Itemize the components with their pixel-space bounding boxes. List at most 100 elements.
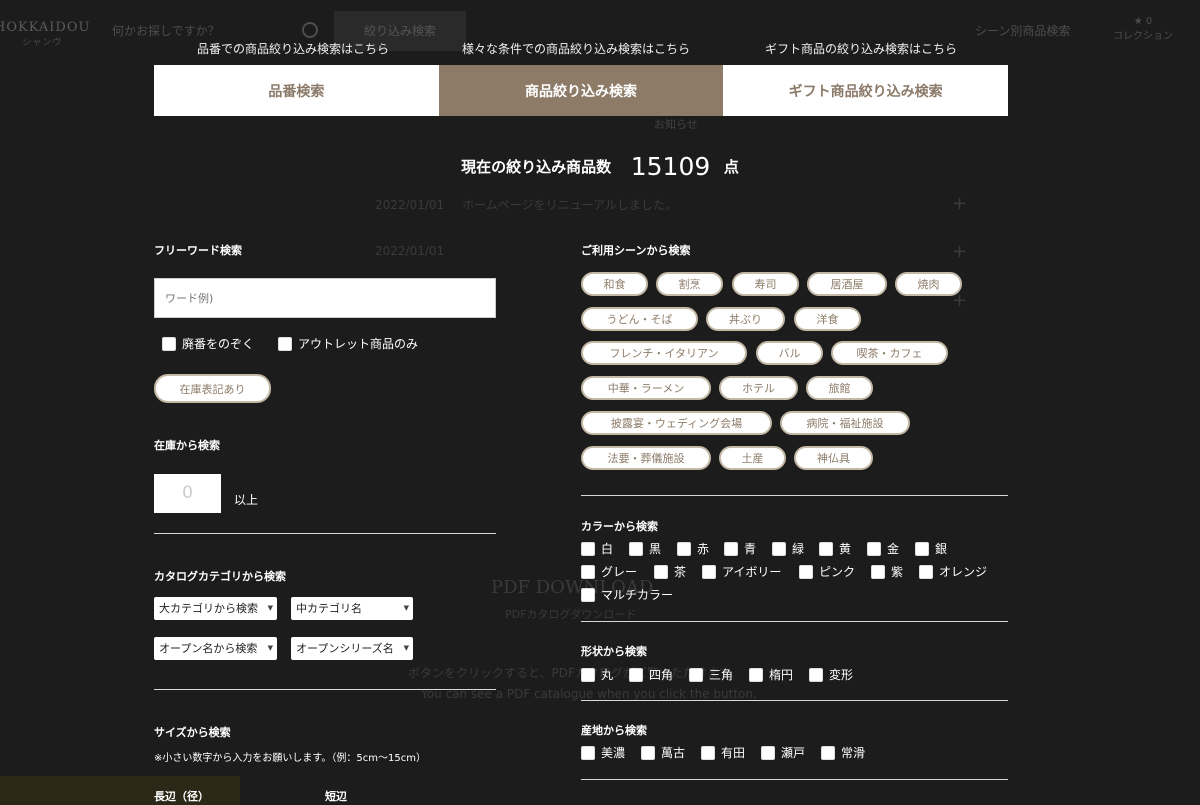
- color-option[interactable]: オレンジ: [919, 563, 987, 580]
- scene-tag[interactable]: 割烹: [656, 272, 723, 296]
- in-stock-button[interactable]: 在庫表記あり: [154, 374, 271, 403]
- shape-option[interactable]: 四角: [629, 666, 673, 683]
- origin-option[interactable]: 瀬戸: [761, 744, 805, 761]
- color-option[interactable]: 青: [724, 540, 756, 557]
- origin-option[interactable]: 常滑: [821, 744, 865, 761]
- shape-option[interactable]: 三角: [689, 666, 733, 683]
- open-name-select[interactable]: オープン名から検索 ▼: [154, 637, 277, 660]
- plus-icon: +: [952, 193, 968, 214]
- checkbox[interactable]: [162, 336, 176, 351]
- result-count-unit: 点: [723, 158, 739, 176]
- scene-tag[interactable]: 旅館: [806, 376, 873, 400]
- color-option[interactable]: 金: [867, 540, 899, 557]
- scene-tag[interactable]: 土産: [719, 446, 786, 470]
- stock-heading: 在庫から検索: [154, 439, 220, 452]
- scene-tag[interactable]: 病院・福祉施設: [780, 411, 910, 435]
- scene-tag[interactable]: うどん・そば: [581, 307, 698, 331]
- color-option[interactable]: 紫: [871, 563, 903, 580]
- shape-option[interactable]: 変形: [809, 666, 853, 683]
- bg-notice-title: お知らせ: [654, 118, 698, 131]
- chevron-down-icon: ▼: [403, 604, 409, 612]
- checkbox[interactable]: [278, 336, 292, 351]
- star-icon: ★: [1133, 16, 1143, 27]
- site-logo: HOKKAIDOU シャンヴ: [0, 20, 91, 48]
- color-option[interactable]: 黄: [819, 540, 851, 557]
- color-option[interactable]: マルチカラー: [581, 586, 673, 603]
- color-option[interactable]: ピンク: [799, 563, 855, 580]
- scene-heading: ご利用シーンから検索: [581, 244, 691, 257]
- color-option[interactable]: アイボリー: [702, 563, 781, 580]
- open-series-select[interactable]: オープンシリーズ名 ▼: [291, 637, 413, 660]
- bg-news-item: 2022/01/01: [375, 244, 445, 258]
- bg-pdf-sub: PDFカタログダウンロード: [505, 608, 637, 621]
- scene-tag[interactable]: 法要・葬儀施設: [581, 446, 711, 470]
- scene-tag[interactable]: 居酒屋: [807, 272, 887, 296]
- scene-tag[interactable]: 神仏具: [794, 446, 873, 470]
- bg-scene-link: シーン別商品検索: [975, 24, 1071, 38]
- divider: [581, 621, 1008, 622]
- scene-tag[interactable]: バル: [756, 341, 823, 365]
- color-heading: カラーから検索: [581, 520, 658, 533]
- link-part-number-search[interactable]: 品番での商品絞り込み検索はこちら: [197, 40, 389, 57]
- long-side-label: 長辺（径）: [154, 790, 209, 803]
- stock-quantity-input[interactable]: 0: [154, 474, 221, 513]
- shape-option[interactable]: 楕円: [749, 666, 793, 683]
- scene-tag[interactable]: 披露宴・ウェディング会場: [581, 411, 772, 435]
- shape-heading: 形状から検索: [581, 645, 647, 658]
- divider: [154, 533, 496, 534]
- color-option[interactable]: 白: [581, 540, 613, 557]
- divider: [581, 700, 1008, 701]
- exclude-discontinued-checkbox[interactable]: 廃番をのぞく: [162, 335, 254, 352]
- short-side-label: 短辺: [325, 790, 347, 803]
- size-heading: サイズから検索: [154, 726, 231, 739]
- scene-tag[interactable]: 焼肉: [895, 272, 962, 296]
- tab-gift[interactable]: ギフト商品絞り込み検索: [723, 65, 1009, 116]
- plus-icon: +: [952, 241, 968, 262]
- color-option[interactable]: グレー: [581, 563, 637, 580]
- scene-tag[interactable]: 丼ぶり: [706, 307, 785, 331]
- scene-tag[interactable]: ホテル: [719, 376, 798, 400]
- major-category-select[interactable]: 大カテゴリから検索 ▼: [154, 597, 277, 620]
- stock-suffix: 以上: [234, 493, 259, 507]
- origin-option[interactable]: 萬古: [641, 744, 685, 761]
- scene-tag[interactable]: 中華・ラーメン: [581, 376, 711, 400]
- scene-tag[interactable]: フレンチ・イタリアン: [581, 341, 747, 365]
- origin-option[interactable]: 有田: [701, 744, 745, 761]
- outlet-only-checkbox[interactable]: アウトレット商品のみ: [278, 335, 418, 352]
- color-option[interactable]: 茶: [654, 563, 686, 580]
- link-gift-search[interactable]: ギフト商品の絞り込み検索はこちら: [765, 40, 957, 57]
- bg-search-placeholder: 何かお探しですか？: [112, 24, 220, 38]
- bg-pdf-text: ボタンをクリックすると、PDFカタログがご覧いただけます: [408, 666, 731, 680]
- origin-heading: 産地から検索: [581, 724, 647, 737]
- origin-option[interactable]: 美濃: [581, 744, 625, 761]
- bg-news-item: 2022/01/01 ホームページをリニューアルしました。: [375, 198, 677, 212]
- chevron-down-icon: ▼: [267, 604, 273, 612]
- chevron-down-icon: ▼: [403, 644, 409, 652]
- scene-tag[interactable]: 和食: [581, 272, 648, 296]
- scene-tag[interactable]: 喫茶・カフェ: [831, 341, 948, 365]
- color-option[interactable]: 緑: [772, 540, 804, 557]
- result-count: 現在の絞り込み商品数 15109 点: [0, 152, 1200, 181]
- scene-tag[interactable]: 洋食: [794, 307, 861, 331]
- tab-part-number[interactable]: 品番検索: [154, 65, 439, 116]
- result-count-label: 現在の絞り込み商品数: [461, 158, 612, 176]
- chevron-down-icon: ▼: [267, 644, 273, 652]
- link-filter-search[interactable]: 様々な条件での商品絞り込み検索はこちら: [462, 40, 690, 57]
- divider: [581, 779, 1008, 780]
- divider: [581, 495, 1008, 496]
- color-option[interactable]: 銀: [915, 540, 947, 557]
- bg-collection: ★ 0 コレクション: [1113, 16, 1173, 42]
- tab-filter[interactable]: 商品絞り込み検索: [438, 65, 724, 116]
- color-option[interactable]: 黒: [629, 540, 661, 557]
- color-option[interactable]: 赤: [677, 540, 709, 557]
- search-tabs: 品番検索 商品絞り込み検索 ギフト商品絞り込み検索: [154, 65, 1009, 116]
- shape-option[interactable]: 丸: [581, 666, 613, 683]
- mid-category-select[interactable]: 中カテゴリ名 ▼: [291, 597, 413, 620]
- catalog-heading: カタログカテゴリから検索: [154, 570, 286, 583]
- search-icon: [302, 22, 318, 38]
- freeword-input[interactable]: [154, 278, 496, 318]
- divider: [154, 689, 496, 690]
- size-note: ※小さい数字から入力をお願いします。（例：5cm〜15cm）: [154, 753, 426, 764]
- scene-tag[interactable]: 寿司: [732, 272, 799, 296]
- freeword-heading: フリーワード検索: [154, 244, 242, 257]
